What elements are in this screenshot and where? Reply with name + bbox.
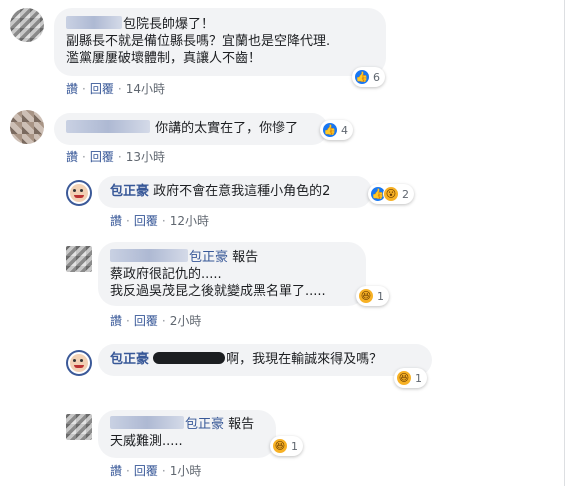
reply-link[interactable]: 回覆 — [134, 464, 158, 478]
reply-link[interactable]: 回覆 — [90, 82, 114, 96]
like-link[interactable]: 讚 — [66, 82, 78, 96]
haha-reaction-icon: 😆 — [358, 288, 374, 304]
comment-timestamp[interactable]: 1小時 — [170, 464, 202, 478]
comment-bubble: 包正豪 啊，我現在輸誠來得及嗎？ — [98, 344, 432, 376]
reply-link[interactable]: 回覆 — [134, 314, 158, 328]
like-link[interactable]: 讚 — [110, 464, 122, 478]
like-link[interactable]: 讚 — [110, 214, 122, 228]
reaction-count: 6 — [373, 70, 380, 84]
comment-bubble: 你講的太實在了，你慘了 — [54, 113, 328, 145]
comment-bubble: 包正豪 報告 天威難測..... — [98, 410, 276, 458]
like-link[interactable]: 讚 — [66, 150, 78, 164]
like-reaction-icon: 👍 — [354, 69, 370, 85]
like-reaction-icon: 👍 — [322, 122, 338, 138]
reaction-count: 2 — [402, 187, 409, 201]
redacted-mention[interactable] — [153, 352, 226, 364]
comment-timestamp[interactable]: 12小時 — [170, 214, 209, 228]
comment-text-line: 報告 — [228, 417, 255, 432]
reaction-summary[interactable]: 👍 😮 2 — [368, 184, 414, 204]
redacted-author-name[interactable] — [110, 416, 184, 429]
comment-timestamp[interactable]: 13小時 — [126, 150, 165, 164]
like-link[interactable]: 讚 — [110, 314, 122, 328]
comment-timestamp[interactable]: 2小時 — [170, 314, 202, 328]
commenter-avatar[interactable] — [66, 246, 92, 272]
haha-reaction-icon: 😆 — [396, 370, 412, 386]
comment-text: 政府不會在意我這種小角色的2 — [153, 184, 331, 199]
commenter-avatar[interactable] — [10, 8, 44, 42]
reaction-summary[interactable]: 👍 6 — [352, 67, 385, 87]
reaction-count: 4 — [341, 123, 348, 137]
redacted-author-name[interactable] — [110, 249, 188, 262]
comment-text-line: 濫黨屢屢破壞體制，真讓人不齒！ — [66, 51, 262, 66]
comment-text-line: 副縣長不就是備位縣長嗎？宜蘭也是空降代理. — [66, 34, 331, 49]
reply-link[interactable]: 回覆 — [134, 214, 158, 228]
reaction-summary[interactable]: 😆 1 — [356, 286, 389, 306]
commenter-avatar[interactable] — [10, 110, 44, 144]
comment-bubble: 包正豪 政府不會在意我這種小角色的2 — [98, 176, 372, 208]
mention-link[interactable]: 包正豪 — [185, 417, 224, 432]
reaction-summary[interactable]: 👍 4 — [320, 120, 353, 140]
comment-text: 啊，我現在輸誠來得及嗎？ — [226, 352, 383, 367]
reaction-count: 1 — [291, 439, 298, 453]
reaction-count: 1 — [415, 371, 422, 385]
redacted-author-name[interactable] — [66, 16, 122, 29]
redacted-author-name[interactable] — [66, 120, 150, 133]
reaction-count: 1 — [377, 289, 384, 303]
comment-actions: 讚 · 回覆 · 14小時 — [66, 82, 165, 96]
comment-actions: 讚 · 回覆 · 1小時 — [110, 464, 202, 478]
author-name[interactable]: 包正豪 — [110, 352, 149, 367]
reply-link[interactable]: 回覆 — [90, 150, 114, 164]
comment-text-line: 包院長帥爆了！ — [123, 17, 215, 32]
comment-text-line: 報告 — [232, 250, 259, 265]
frame-edge — [564, 0, 565, 486]
comment-text-line: 蔡政府很記仇的..... — [110, 267, 222, 282]
commenter-avatar[interactable] — [66, 414, 92, 440]
haha-reaction-icon: 😆 — [272, 438, 288, 454]
comment-timestamp[interactable]: 14小時 — [126, 82, 165, 96]
comment-actions: 讚 · 回覆 · 12小時 — [110, 214, 209, 228]
comment-text: 你講的太實在了，你慘了 — [155, 121, 299, 136]
comment-text-line: 我反過吳茂昆之後就變成黑名單了..... — [110, 284, 326, 299]
author-name[interactable]: 包正豪 — [110, 184, 149, 199]
comment-actions: 讚 · 回覆 · 13小時 — [66, 150, 165, 164]
comment-actions: 讚 · 回覆 · 2小時 — [110, 314, 202, 328]
comment-bubble: 包院長帥爆了！ 副縣長不就是備位縣長嗎？宜蘭也是空降代理. 濫黨屢屢破壞體制，真… — [54, 8, 386, 76]
mention-link[interactable]: 包正豪 — [189, 250, 228, 265]
wow-reaction-icon: 😮 — [383, 186, 399, 202]
page-avatar[interactable] — [66, 180, 92, 206]
page-avatar[interactable] — [66, 350, 92, 376]
comment-text-line: 天威難測..... — [110, 434, 183, 449]
comment-bubble: 包正豪 報告 蔡政府很記仇的..... 我反過吳茂昆之後就變成黑名單了..... — [98, 242, 366, 306]
reaction-summary[interactable]: 😆 1 — [394, 368, 427, 388]
reaction-summary[interactable]: 😆 1 — [270, 436, 303, 456]
